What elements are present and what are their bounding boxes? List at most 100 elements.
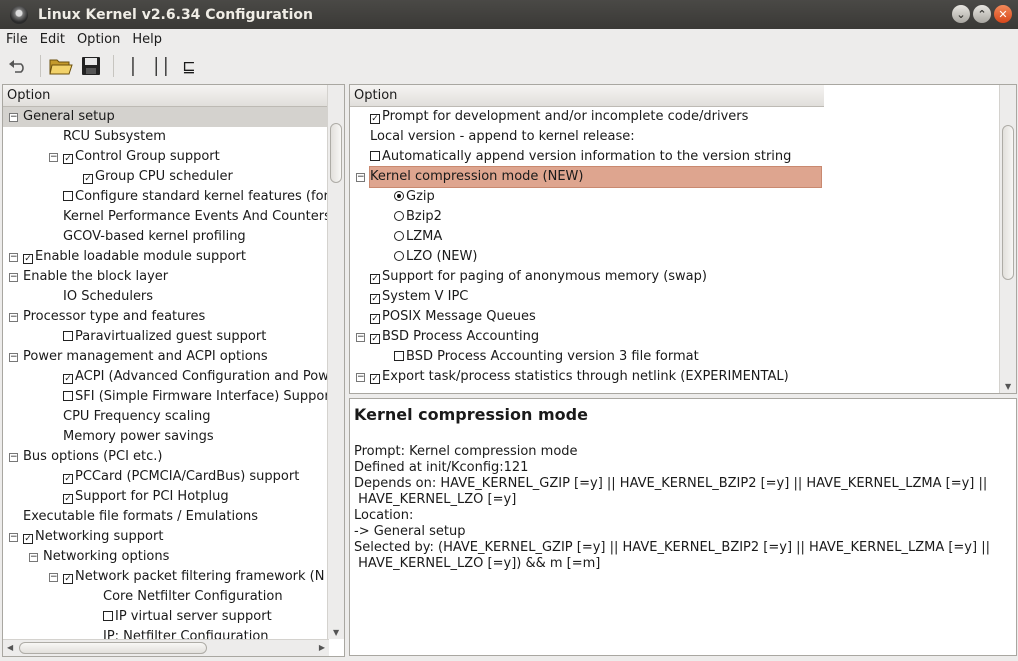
close-button[interactable]: ✕ bbox=[994, 5, 1012, 23]
checkbox[interactable]: ✓ bbox=[23, 254, 33, 264]
collapse-toggle-icon[interactable]: − bbox=[356, 173, 365, 182]
tree-row[interactable]: SFI (Simple Firmware Interface) Support … bbox=[3, 387, 344, 407]
collapse-toggle-icon[interactable]: − bbox=[49, 573, 58, 582]
tree-row[interactable]: Memory power savings bbox=[3, 427, 344, 447]
checkbox[interactable]: ✓ bbox=[370, 334, 380, 344]
radio-button[interactable] bbox=[394, 211, 404, 221]
tree-row[interactable]: − ✓ Export task/process statistics through… bbox=[350, 367, 1016, 387]
checkbox[interactable]: ✓ bbox=[370, 274, 380, 284]
tree-row[interactable]: − Processor type and features bbox=[3, 307, 344, 327]
tree-row[interactable]: − Networking options bbox=[3, 547, 344, 567]
tree-row[interactable]: − ✓ BSD Process Accounting bbox=[350, 327, 1016, 347]
tree-row[interactable]: Core Netfilter Configuration bbox=[3, 587, 344, 607]
checkbox[interactable]: ✓ bbox=[63, 154, 73, 164]
tree-row[interactable]: − ✓ Network packet filtering framework (N bbox=[3, 567, 344, 587]
menu-file[interactable]: File bbox=[0, 32, 34, 47]
tree-row[interactable]: − ✓ Control Group support bbox=[3, 147, 344, 167]
scroll-down-arrow-icon[interactable]: ▼ bbox=[333, 628, 339, 637]
checkbox[interactable]: ✓ bbox=[370, 114, 380, 124]
tree-row[interactable]: CPU Frequency scaling bbox=[3, 407, 344, 427]
radio-button[interactable] bbox=[394, 191, 404, 201]
checkbox[interactable]: ✓ bbox=[23, 534, 33, 544]
tree-row[interactable]: ✓ Support for PCI Hotplug bbox=[3, 487, 344, 507]
tree-row[interactable]: ✓ POSIX Message Queues bbox=[350, 307, 1016, 327]
save-button[interactable] bbox=[77, 52, 105, 80]
tree-row[interactable]: LZO (NEW) bbox=[350, 247, 1016, 267]
collapse-toggle-icon[interactable]: − bbox=[9, 313, 18, 322]
minimize-button[interactable]: ⌄ bbox=[952, 5, 970, 23]
tree-row[interactable]: Paravirtualized guest support bbox=[3, 327, 344, 347]
checkbox[interactable] bbox=[63, 331, 73, 341]
checkbox[interactable]: ✓ bbox=[63, 494, 73, 504]
tree-row[interactable]: ✓ Support for paging of anonymous memory … bbox=[350, 267, 1016, 287]
tree-row[interactable]: − Power management and ACPI options bbox=[3, 347, 344, 367]
collapse-toggle-icon[interactable]: − bbox=[9, 453, 18, 462]
tree-row[interactable]: BSD Process Accounting version 3 file fo… bbox=[350, 347, 1016, 367]
menu-edit[interactable]: Edit bbox=[34, 32, 71, 47]
tree-row[interactable]: GCOV-based kernel profiling bbox=[3, 227, 344, 247]
tree-row[interactable]: ✓ ACPI (Advanced Configuration and Power bbox=[3, 367, 344, 387]
tree-row[interactable]: ✓ Group CPU scheduler bbox=[3, 167, 344, 187]
collapse-toggle-icon[interactable]: − bbox=[356, 373, 365, 382]
tree-row[interactable]: Automatically append version information… bbox=[350, 147, 1016, 167]
checkbox[interactable] bbox=[63, 191, 73, 201]
tree-row[interactable]: − ✓ Enable loadable module support bbox=[3, 247, 344, 267]
open-button[interactable] bbox=[47, 52, 75, 80]
right-vscroll-thumb[interactable] bbox=[1002, 125, 1014, 280]
scroll-right-arrow-icon[interactable]: ▶ bbox=[319, 643, 325, 652]
tree-row[interactable]: Local version - append to kernel release… bbox=[350, 127, 1016, 147]
left-horizontal-scrollbar[interactable]: ◀ ▶ bbox=[3, 639, 329, 656]
tree-row[interactable]: − Kernel compression mode (NEW) bbox=[350, 166, 1016, 188]
collapse-toggle-icon[interactable]: − bbox=[9, 253, 18, 262]
left-hscroll-thumb[interactable] bbox=[19, 642, 207, 654]
radio-button[interactable] bbox=[394, 251, 404, 261]
tree-row[interactable]: Executable file formats / Emulations bbox=[3, 507, 344, 527]
tree-row[interactable]: LZMA bbox=[350, 227, 1016, 247]
collapse-toggle-icon[interactable]: − bbox=[356, 333, 365, 342]
tree-row[interactable]: IO Schedulers bbox=[3, 287, 344, 307]
collapse-toggle-icon[interactable]: − bbox=[29, 553, 38, 562]
tree-row[interactable]: RCU Subsystem bbox=[3, 127, 344, 147]
full-tree-view-button[interactable]: ⊑ bbox=[176, 52, 202, 80]
left-option-tree[interactable]: Option − General setup RCU Subsystem − ✓ Cont… bbox=[2, 84, 345, 657]
tree-row[interactable]: − Enable the block layer bbox=[3, 267, 344, 287]
tree-row[interactable]: ✓ Prompt for development and/or incomplet… bbox=[350, 107, 1016, 127]
left-vscroll-thumb[interactable] bbox=[330, 123, 342, 183]
collapse-toggle-icon[interactable]: − bbox=[9, 533, 18, 542]
checkbox[interactable]: ✓ bbox=[83, 174, 93, 184]
left-vertical-scrollbar[interactable]: ▼ bbox=[327, 85, 344, 639]
checkbox[interactable] bbox=[370, 151, 380, 161]
checkbox[interactable] bbox=[394, 351, 404, 361]
radio-button[interactable] bbox=[394, 231, 404, 241]
collapse-toggle-icon[interactable]: − bbox=[9, 113, 18, 122]
tree-row[interactable]: Kernel Performance Events And Counters bbox=[3, 207, 344, 227]
scroll-down-arrow-icon[interactable]: ▼ bbox=[1005, 382, 1011, 391]
checkbox[interactable] bbox=[103, 611, 113, 621]
tree-row[interactable]: ✓ System V IPC bbox=[350, 287, 1016, 307]
checkbox[interactable]: ✓ bbox=[370, 314, 380, 324]
tree-row[interactable]: Configure standard kernel features (for … bbox=[3, 187, 344, 207]
right-option-list[interactable]: Option ✓ Prompt for development and/or in… bbox=[349, 84, 1017, 394]
tree-row[interactable]: − General setup bbox=[3, 107, 344, 127]
checkbox[interactable]: ✓ bbox=[370, 294, 380, 304]
tree-row[interactable]: − ✓ Networking support bbox=[3, 527, 344, 547]
collapse-toggle-icon[interactable]: − bbox=[49, 153, 58, 162]
right-column-header[interactable]: Option bbox=[350, 85, 824, 107]
tree-row[interactable]: − Bus options (PCI etc.) bbox=[3, 447, 344, 467]
collapse-toggle-icon[interactable]: − bbox=[9, 273, 18, 282]
single-view-button[interactable]: │ bbox=[120, 52, 146, 80]
checkbox[interactable] bbox=[63, 391, 73, 401]
back-button[interactable] bbox=[4, 52, 32, 80]
tree-row[interactable]: Gzip bbox=[350, 187, 1016, 207]
checkbox[interactable]: ✓ bbox=[63, 374, 73, 384]
left-column-header[interactable]: Option bbox=[3, 85, 329, 107]
tree-row[interactable]: Bzip2 bbox=[350, 207, 1016, 227]
right-vertical-scrollbar[interactable]: ▼ bbox=[999, 85, 1016, 393]
maximize-button[interactable]: ⌃ bbox=[973, 5, 991, 23]
tree-row[interactable]: IP virtual server support bbox=[3, 607, 344, 627]
tree-row[interactable]: ✓ PCCard (PCMCIA/CardBus) support bbox=[3, 467, 344, 487]
collapse-toggle-icon[interactable]: − bbox=[9, 353, 18, 362]
checkbox[interactable]: ✓ bbox=[370, 374, 380, 384]
checkbox[interactable]: ✓ bbox=[63, 574, 73, 584]
menu-help[interactable]: Help bbox=[126, 32, 168, 47]
